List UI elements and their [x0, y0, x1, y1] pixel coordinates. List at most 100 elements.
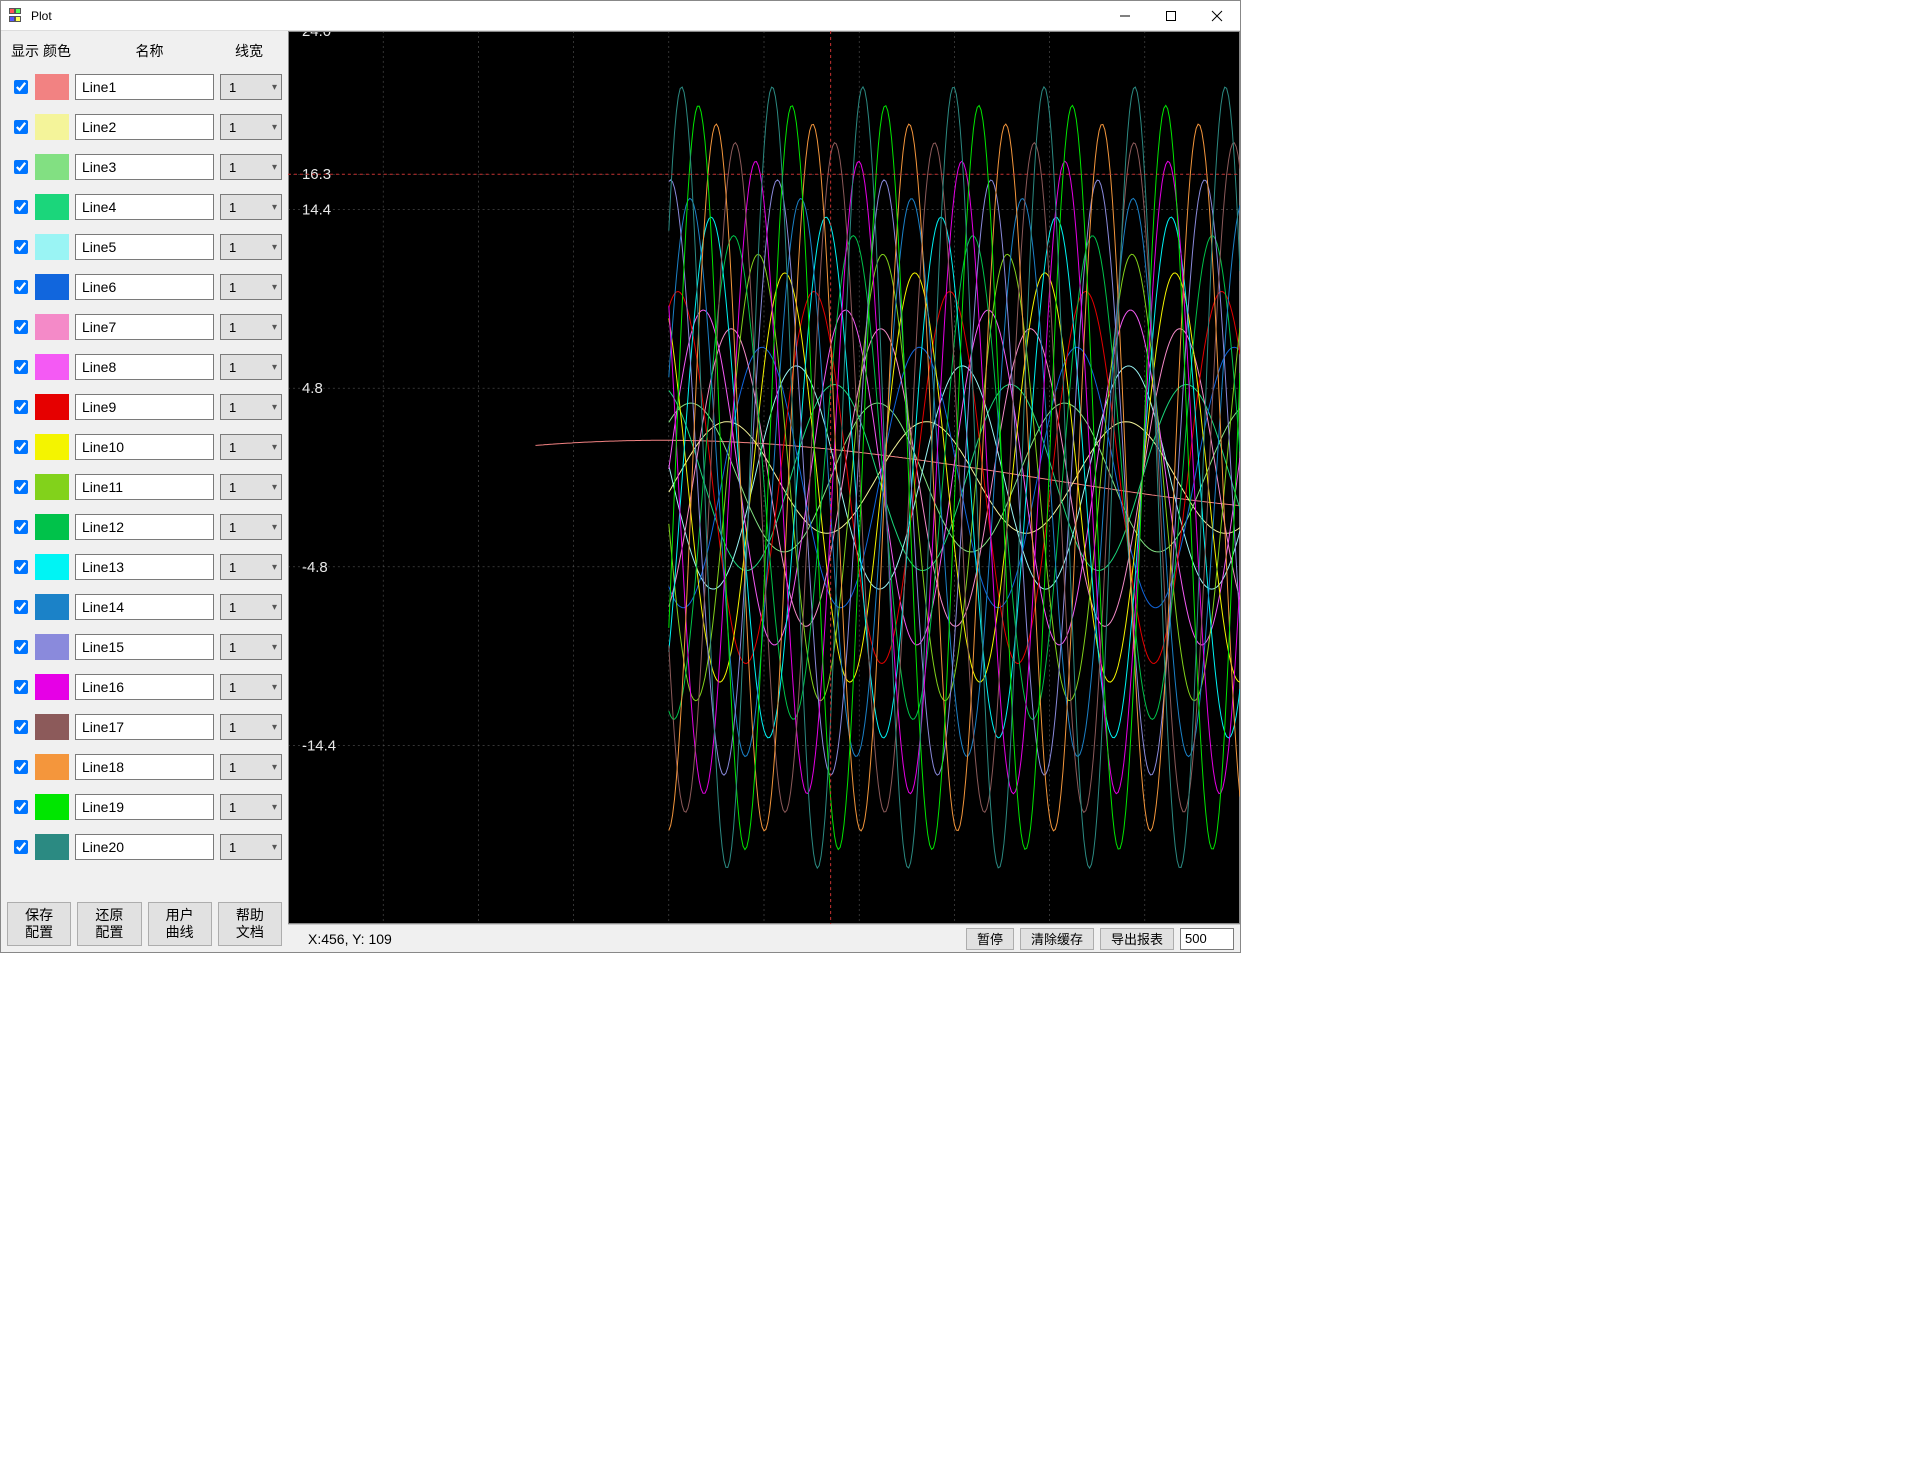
show-checkbox[interactable] [14, 600, 28, 614]
color-swatch[interactable] [35, 594, 69, 620]
svg-text:24.0: 24.0 [302, 31, 331, 40]
line-width-select[interactable]: 1▾ [220, 114, 282, 140]
color-swatch[interactable] [35, 554, 69, 580]
color-swatch[interactable] [35, 634, 69, 660]
line-name-input[interactable] [75, 594, 214, 620]
sidebar: 显示 颜色 名称 线宽 1▾1▾1▾1▾1▾1▾1▾1▾1▾1▾1▾1▾1▾1▾… [1, 31, 288, 952]
line-name-input[interactable] [75, 274, 214, 300]
color-swatch[interactable] [35, 394, 69, 420]
clear-cache-button[interactable]: 清除缓存 [1020, 928, 1094, 950]
minimize-button[interactable] [1102, 1, 1148, 31]
line-width-select[interactable]: 1▾ [220, 634, 282, 660]
pause-button[interactable]: 暂停 [966, 928, 1014, 950]
show-checkbox[interactable] [14, 560, 28, 574]
line-name-input[interactable] [75, 114, 214, 140]
line-width-select[interactable]: 1▾ [220, 234, 282, 260]
show-checkbox[interactable] [14, 760, 28, 774]
line-name-input[interactable] [75, 74, 214, 100]
line-width-select[interactable]: 1▾ [220, 354, 282, 380]
line-name-input[interactable] [75, 194, 214, 220]
line-width-select[interactable]: 1▾ [220, 74, 282, 100]
show-checkbox[interactable] [14, 240, 28, 254]
line-name-input[interactable] [75, 754, 214, 780]
line-width-select[interactable]: 1▾ [220, 154, 282, 180]
show-checkbox[interactable] [14, 480, 28, 494]
show-checkbox[interactable] [14, 800, 28, 814]
line-name-input[interactable] [75, 434, 214, 460]
plot-canvas[interactable]: 24.016.314.44.8-4.8-14.4 [288, 31, 1240, 924]
color-swatch[interactable] [35, 474, 69, 500]
line-name-input[interactable] [75, 354, 214, 380]
line-width-select[interactable]: 1▾ [220, 514, 282, 540]
line-width-select[interactable]: 1▾ [220, 714, 282, 740]
show-checkbox[interactable] [14, 680, 28, 694]
line-name-input[interactable] [75, 514, 214, 540]
close-button[interactable] [1194, 1, 1240, 31]
line-width-select[interactable]: 1▾ [220, 594, 282, 620]
user-curve-button[interactable]: 用户 曲线 [148, 902, 212, 946]
line-name-input[interactable] [75, 234, 214, 260]
color-swatch[interactable] [35, 434, 69, 460]
show-checkbox[interactable] [14, 720, 28, 734]
line-width-select[interactable]: 1▾ [220, 554, 282, 580]
line-name-input[interactable] [75, 474, 214, 500]
maximize-button[interactable] [1148, 1, 1194, 31]
show-checkbox[interactable] [14, 80, 28, 94]
color-swatch[interactable] [35, 194, 69, 220]
header-name: 名称 [83, 41, 216, 61]
color-swatch[interactable] [35, 834, 69, 860]
line-width-select[interactable]: 1▾ [220, 394, 282, 420]
line-name-input[interactable] [75, 634, 214, 660]
line-name-input[interactable] [75, 314, 214, 340]
save-config-button[interactable]: 保存 配置 [7, 902, 71, 946]
line-name-input[interactable] [75, 394, 214, 420]
show-checkbox[interactable] [14, 320, 28, 334]
show-checkbox[interactable] [14, 160, 28, 174]
line-name-input[interactable] [75, 714, 214, 740]
line-width-select[interactable]: 1▾ [220, 754, 282, 780]
line-width-select[interactable]: 1▾ [220, 314, 282, 340]
show-checkbox[interactable] [14, 840, 28, 854]
color-swatch[interactable] [35, 274, 69, 300]
line-row: 1▾ [7, 227, 282, 267]
line-width-select[interactable]: 1▾ [220, 274, 282, 300]
color-swatch[interactable] [35, 74, 69, 100]
color-swatch[interactable] [35, 514, 69, 540]
cursor-coord: X:456, Y: 109 [294, 931, 960, 947]
line-name-input[interactable] [75, 554, 214, 580]
show-checkbox[interactable] [14, 280, 28, 294]
color-swatch[interactable] [35, 314, 69, 340]
help-doc-button[interactable]: 帮助 文档 [218, 902, 282, 946]
revert-config-button[interactable]: 还原 配置 [77, 902, 141, 946]
show-checkbox[interactable] [14, 520, 28, 534]
line-row: 1▾ [7, 747, 282, 787]
show-checkbox[interactable] [14, 440, 28, 454]
line-width-select[interactable]: 1▾ [220, 434, 282, 460]
show-checkbox[interactable] [14, 640, 28, 654]
line-width-select[interactable]: 1▾ [220, 794, 282, 820]
show-checkbox[interactable] [14, 360, 28, 374]
color-swatch[interactable] [35, 794, 69, 820]
line-row: 1▾ [7, 187, 282, 227]
show-checkbox[interactable] [14, 200, 28, 214]
color-swatch[interactable] [35, 234, 69, 260]
line-width-select[interactable]: 1▾ [220, 474, 282, 500]
buffer-size-input[interactable] [1180, 928, 1234, 950]
header-width: 线宽 [216, 41, 282, 61]
line-width-select[interactable]: 1▾ [220, 194, 282, 220]
export-button[interactable]: 导出报表 [1100, 928, 1174, 950]
color-swatch[interactable] [35, 754, 69, 780]
color-swatch[interactable] [35, 354, 69, 380]
line-name-input[interactable] [75, 154, 214, 180]
line-name-input[interactable] [75, 834, 214, 860]
show-checkbox[interactable] [14, 120, 28, 134]
color-swatch[interactable] [35, 674, 69, 700]
color-swatch[interactable] [35, 714, 69, 740]
line-name-input[interactable] [75, 794, 214, 820]
color-swatch[interactable] [35, 114, 69, 140]
color-swatch[interactable] [35, 154, 69, 180]
line-name-input[interactable] [75, 674, 214, 700]
show-checkbox[interactable] [14, 400, 28, 414]
line-width-select[interactable]: 1▾ [220, 834, 282, 860]
line-width-select[interactable]: 1▾ [220, 674, 282, 700]
